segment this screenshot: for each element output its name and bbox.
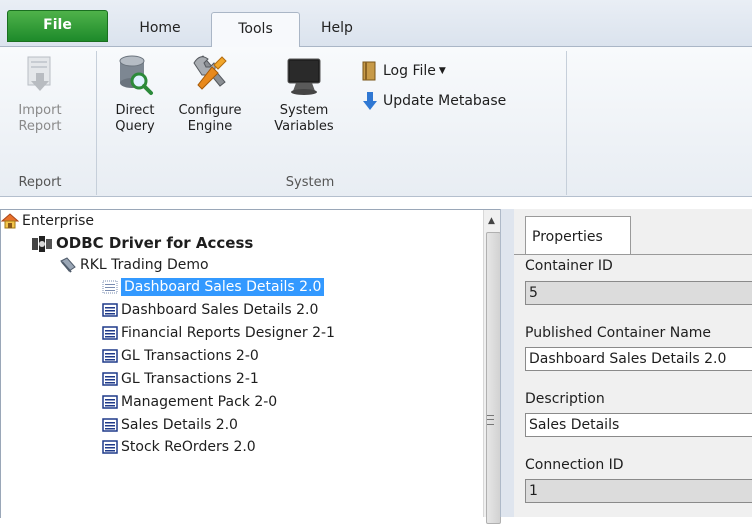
tree-item-label: GL Transactions 2-1 xyxy=(121,371,259,387)
report-icon xyxy=(102,303,118,317)
database-link-icon xyxy=(60,257,76,273)
report-icon xyxy=(102,372,118,386)
configure-engine-label-2: Engine xyxy=(187,119,233,134)
tree-item-2[interactable]: Financial Reports Designer 2-1 xyxy=(102,322,335,344)
import-report-icon xyxy=(27,56,51,91)
group-separator xyxy=(566,51,567,195)
report-icon xyxy=(102,395,118,409)
connection-id-label: Connection ID xyxy=(525,457,624,473)
tree-node-label: ODBC Driver for Access xyxy=(56,234,254,252)
ribbon-toolbar: Import Report Report Direct Query Config… xyxy=(0,47,752,197)
database-search-icon xyxy=(119,55,153,95)
tree-item-7[interactable]: Stock ReOrders 2.0 xyxy=(102,436,256,458)
update-metabase-button[interactable]: Update Metabase xyxy=(361,89,506,113)
system-variables-label-2: Variables xyxy=(274,119,334,134)
tab-file[interactable]: File xyxy=(7,10,108,42)
description-field[interactable]: Sales Details xyxy=(525,413,752,437)
tree-item-label: Management Pack 2-0 xyxy=(121,394,278,410)
container-id-label: Container ID xyxy=(525,258,613,274)
home-icon xyxy=(1,213,19,229)
configure-engine-button[interactable]: Configure Engine xyxy=(174,51,246,135)
tree-item-4[interactable]: GL Transactions 2-1 xyxy=(102,368,259,390)
system-variables-button[interactable]: System Variables xyxy=(269,51,339,135)
published-name-label: Published Container Name xyxy=(525,325,712,341)
tree-item-6[interactable]: Sales Details 2.0 xyxy=(102,414,238,436)
tab-help[interactable]: Help xyxy=(305,12,369,45)
tree-node-driver[interactable]: ODBC Driver for Access xyxy=(31,232,253,254)
tree-item-0[interactable]: Dashboard Sales Details 2.0 xyxy=(102,276,325,298)
import-report-button[interactable]: Import Report xyxy=(15,51,65,135)
direct-query-label-1: Direct xyxy=(115,103,155,118)
tree-item-label: Dashboard Sales Details 2.0 xyxy=(121,302,319,318)
import-report-label-2: Report xyxy=(18,119,62,134)
scrollbar-thumb[interactable] xyxy=(486,232,501,524)
container-id-field[interactable]: 5 xyxy=(525,281,752,305)
tab-tools[interactable]: Tools xyxy=(211,12,300,48)
scrollbar-grip-icon xyxy=(487,415,494,425)
published-name-field[interactable]: Dashboard Sales Details 2.0 xyxy=(525,347,752,371)
container-tree[interactable]: Enterprise ODBC Driver for Access RKL Tr… xyxy=(0,209,501,518)
tree-node-label: Enterprise xyxy=(22,213,95,229)
tree-item-5[interactable]: Management Pack 2-0 xyxy=(102,391,277,413)
report-icon xyxy=(102,326,118,340)
tree-node-enterprise[interactable]: Enterprise xyxy=(1,210,94,232)
group-separator xyxy=(96,51,97,195)
direct-query-button[interactable]: Direct Query xyxy=(108,51,162,135)
report-group-label: Report xyxy=(18,175,62,190)
monitor-icon xyxy=(287,58,321,95)
report-icon xyxy=(102,349,118,363)
ribbon-tab-bar: File Home Tools Help xyxy=(0,0,752,48)
log-file-button[interactable]: Log File ▼ xyxy=(361,59,446,83)
tree-item-1[interactable]: Dashboard Sales Details 2.0 xyxy=(102,299,318,321)
tree-item-label: GL Transactions 2-0 xyxy=(121,348,259,364)
tree-vertical-scrollbar[interactable]: ▲ xyxy=(483,210,501,524)
tree-item-label: Dashboard Sales Details 2.0 xyxy=(121,278,325,296)
report-icon xyxy=(102,418,118,432)
system-group-label: System xyxy=(285,175,335,190)
tree-node-database[interactable]: RKL Trading Demo xyxy=(59,254,209,276)
system-variables-label-1: System xyxy=(279,103,329,118)
tab-home[interactable]: Home xyxy=(122,12,198,45)
panel-splitter[interactable] xyxy=(500,209,515,517)
log-book-icon xyxy=(362,61,376,81)
odbc-driver-icon xyxy=(32,235,52,252)
scroll-up-arrow-icon[interactable]: ▲ xyxy=(488,216,495,226)
report-icon xyxy=(102,440,118,454)
connection-id-field[interactable]: 1 xyxy=(525,479,752,503)
properties-panel: Properties Container ID 5 Published Cont… xyxy=(514,209,752,517)
tab-properties[interactable]: Properties xyxy=(525,216,631,255)
description-label: Description xyxy=(525,391,605,407)
import-report-label-1: Import xyxy=(18,103,62,118)
report-dotted-icon xyxy=(102,280,118,294)
tools-icon xyxy=(193,55,227,90)
tree-item-label: Sales Details 2.0 xyxy=(121,417,238,433)
tree-item-label: Financial Reports Designer 2-1 xyxy=(121,325,335,341)
tab-divider xyxy=(514,254,752,255)
tree-node-label: RKL Trading Demo xyxy=(80,257,209,273)
log-file-label: Log File xyxy=(383,63,436,79)
update-metabase-label: Update Metabase xyxy=(383,93,507,109)
tree-item-3[interactable]: GL Transactions 2-0 xyxy=(102,345,259,367)
download-arrow-icon xyxy=(363,92,377,110)
direct-query-label-2: Query xyxy=(115,119,155,134)
dropdown-arrow-icon: ▼ xyxy=(438,66,446,76)
configure-engine-label-1: Configure xyxy=(178,103,242,118)
tree-item-label: Stock ReOrders 2.0 xyxy=(121,439,256,455)
